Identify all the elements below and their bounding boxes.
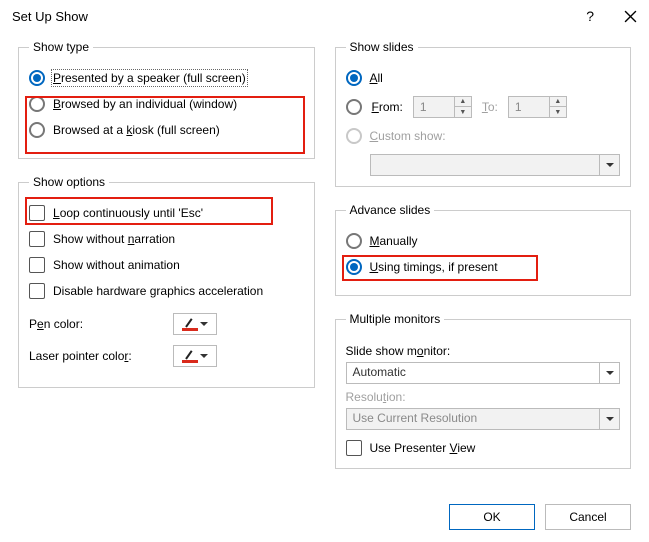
cancel-button[interactable]: Cancel <box>545 504 631 530</box>
group-advance-slides: Advance slides Manually Using timings, i… <box>335 203 632 296</box>
checkbox-icon <box>346 440 362 456</box>
from-spinbox[interactable]: ▲▼ <box>413 96 472 118</box>
radio-label: Custom show: <box>370 129 446 143</box>
check-presenter-view[interactable]: Use Presenter View <box>346 440 621 456</box>
from-input[interactable] <box>414 97 454 117</box>
radio-icon <box>346 70 362 86</box>
radio-icon <box>346 128 362 144</box>
legend-monitors: Multiple monitors <box>346 312 445 326</box>
checkbox-icon <box>29 283 45 299</box>
radio-label: Using timings, if present <box>370 260 498 274</box>
legend-show-slides: Show slides <box>346 40 418 54</box>
checkbox-icon <box>29 205 45 221</box>
chevron-down-icon <box>200 354 208 358</box>
chevron-down-icon <box>200 322 208 326</box>
to-label: To: <box>482 100 498 114</box>
select-value: Use Current Resolution <box>347 409 600 429</box>
radio-icon <box>29 96 45 112</box>
check-loop-esc[interactable]: Loop continuously until 'Esc' <box>29 205 304 221</box>
radio-icon <box>29 70 45 86</box>
custom-show-select <box>370 154 621 176</box>
to-spinbox[interactable]: ▲▼ <box>508 96 567 118</box>
group-show-slides: Show slides All From: ▲▼ To: ▲▼ <box>335 40 632 187</box>
group-show-options: Show options Loop continuously until 'Es… <box>18 175 315 388</box>
dialog-title: Set Up Show <box>12 9 88 24</box>
dialog-footer: OK Cancel <box>449 504 631 530</box>
checkbox-label: Show without animation <box>53 258 180 272</box>
legend-show-options: Show options <box>29 175 109 189</box>
radio-icon <box>346 259 362 275</box>
radio-browsed-individual[interactable]: Browsed by an individual (window) <box>29 96 304 112</box>
group-show-type: Show type Presented by a speaker (full s… <box>18 40 315 159</box>
radio-label: All <box>370 71 383 85</box>
radio-label: Browsed by an individual (window) <box>53 97 237 111</box>
spin-up-icon[interactable]: ▲ <box>550 97 566 107</box>
spin-down-icon[interactable]: ▼ <box>455 107 471 117</box>
laser-icon <box>182 349 198 363</box>
group-multiple-monitors: Multiple monitors Slide show monitor: Au… <box>335 312 632 469</box>
legend-advance: Advance slides <box>346 203 435 217</box>
spin-up-icon[interactable]: ▲ <box>455 97 471 107</box>
radio-label: Presented by a speaker (full screen) <box>53 71 246 85</box>
chevron-down-icon <box>606 163 614 167</box>
radio-label: Browsed at a kiosk (full screen) <box>53 123 220 137</box>
resolution-label: Resolution: <box>346 390 621 404</box>
pen-icon <box>182 317 198 331</box>
checkbox-icon <box>29 257 45 273</box>
titlebar: Set Up Show ? <box>0 0 649 30</box>
laser-color-button[interactable] <box>173 345 217 367</box>
radio-custom-show: Custom show: <box>346 128 621 144</box>
check-no-narration[interactable]: Show without narration <box>29 231 304 247</box>
checkbox-label: Loop continuously until 'Esc' <box>53 206 203 220</box>
radio-all-slides[interactable]: All <box>346 70 621 86</box>
monitor-select[interactable]: Automatic <box>346 362 621 384</box>
radio-presented-speaker[interactable]: Presented by a speaker (full screen) <box>29 70 304 86</box>
radio-label: Manually <box>370 234 418 248</box>
resolution-select: Use Current Resolution <box>346 408 621 430</box>
pen-color-label: Pen color: <box>29 317 159 331</box>
close-icon[interactable] <box>624 10 637 23</box>
from-label: From: <box>372 100 403 114</box>
checkbox-label: Show without narration <box>53 232 175 246</box>
select-value <box>371 155 600 175</box>
radio-icon <box>346 99 362 115</box>
chevron-down-icon <box>606 417 614 421</box>
ok-button[interactable]: OK <box>449 504 535 530</box>
checkbox-icon <box>29 231 45 247</box>
radio-icon <box>29 122 45 138</box>
legend-show-type: Show type <box>29 40 93 54</box>
select-value: Automatic <box>347 363 600 383</box>
radio-browsed-kiosk[interactable]: Browsed at a kiosk (full screen) <box>29 122 304 138</box>
checkbox-label: Disable hardware graphics acceleration <box>53 284 263 298</box>
radio-using-timings[interactable]: Using timings, if present <box>346 259 621 275</box>
check-disable-hw[interactable]: Disable hardware graphics acceleration <box>29 283 304 299</box>
radio-manually[interactable]: Manually <box>346 233 621 249</box>
radio-icon <box>346 233 362 249</box>
help-icon[interactable]: ? <box>586 8 594 24</box>
laser-color-row: Laser pointer color: <box>29 345 304 367</box>
to-input[interactable] <box>509 97 549 117</box>
chevron-down-icon <box>606 371 614 375</box>
checkbox-label: Use Presenter View <box>370 441 476 455</box>
titlebar-buttons: ? <box>586 8 637 24</box>
pen-color-row: Pen color: <box>29 313 304 335</box>
pen-color-button[interactable] <box>173 313 217 335</box>
check-no-animation[interactable]: Show without animation <box>29 257 304 273</box>
monitor-label: Slide show monitor: <box>346 344 621 358</box>
spin-down-icon[interactable]: ▼ <box>550 107 566 117</box>
laser-color-label: Laser pointer color: <box>29 349 159 363</box>
radio-from-to[interactable]: From: ▲▼ To: ▲▼ <box>346 96 621 118</box>
